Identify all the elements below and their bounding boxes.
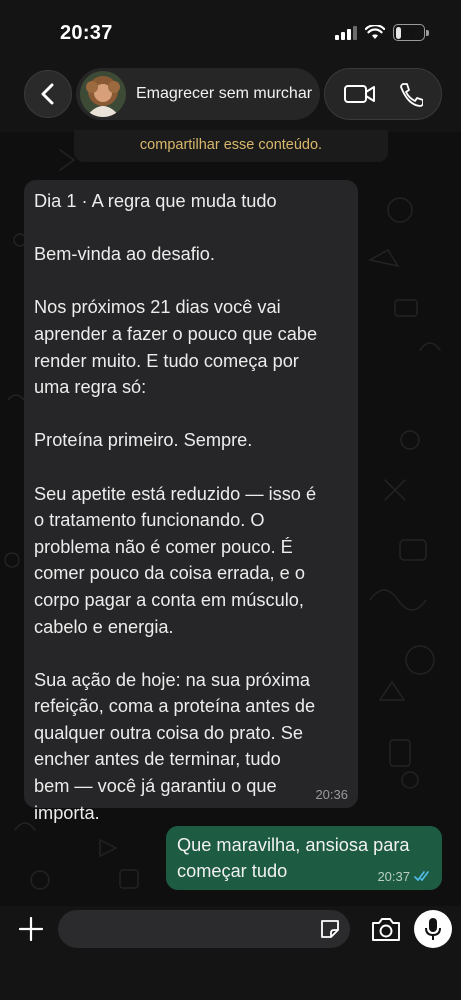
message-line: comer pouco da coisa errada, e o: [34, 563, 305, 584]
message-line: o tratamento funcionando. O: [34, 510, 265, 531]
back-chevron-icon: [41, 83, 54, 105]
message-line: corpo pagar a conta em músculo,: [34, 589, 304, 610]
camera-icon[interactable]: [370, 914, 402, 944]
message-time: 20:37: [377, 869, 410, 884]
message-line: Nos próximos 21 dias você vai: [34, 297, 281, 318]
battery-fill: [395, 26, 401, 39]
message-line: refeição, coma a proteína antes de: [34, 696, 316, 717]
outgoing-message-bubble[interactable]: Que maravilha, ansiosa para começar tudo…: [166, 826, 442, 890]
message-line: aprender a fazer o pouco que cabe: [34, 323, 318, 344]
call-buttons: [324, 68, 442, 120]
status-icons: 27: [335, 24, 429, 41]
message-line: Sua ação de hoje: na sua próxima: [34, 669, 311, 690]
phone-call-icon[interactable]: [397, 81, 423, 107]
wifi-icon: [365, 25, 385, 39]
message-line: cabelo e energia.: [34, 616, 174, 637]
attach-button[interactable]: [14, 912, 48, 946]
back-button[interactable]: [24, 70, 72, 118]
message-meta: 20:37: [377, 869, 432, 884]
message-line: Dia 1 · A regra que muda tudo: [34, 191, 277, 211]
message-line: Proteína primeiro. Sempre.: [34, 430, 253, 451]
video-call-icon[interactable]: [343, 82, 377, 106]
message-input[interactable]: [58, 910, 350, 948]
cellular-signal-icon: [335, 25, 357, 40]
contact-name: Emagrecer sem murchar: [136, 85, 313, 102]
message-input-bar: [0, 906, 461, 1000]
microphone-icon: [425, 918, 441, 940]
message-line: bem — você já garantiu o que: [34, 776, 277, 797]
message-line: Seu apetite está reduzido — isso é: [34, 483, 317, 504]
voice-message-button[interactable]: [414, 910, 452, 948]
chat-screen: 20:37 27 Emagrecer sem murchar compartil…: [0, 0, 461, 1000]
message-line: encher antes de terminar, tudo: [34, 749, 281, 770]
message-time: 20:36: [315, 787, 348, 802]
message-line: qualquer outra coisa do prato. Se: [34, 722, 303, 743]
message-line: render muito. E tudo começa por: [34, 350, 299, 371]
chat-header: Emagrecer sem murchar: [0, 66, 461, 132]
incoming-message-bubble[interactable]: Dia 1 · A regra que muda tudo Bem-vinda a…: [24, 180, 358, 823]
message-line: problema não é comer pouco. É: [34, 536, 293, 557]
contact-info-button[interactable]: Emagrecer sem murchar: [76, 68, 320, 120]
message-line: uma regra só:: [34, 377, 147, 398]
plus-icon: [18, 916, 44, 942]
message-line: Bem-vinda ao desafio.: [34, 244, 215, 265]
status-bar: 20:37 27: [0, 0, 461, 66]
read-ticks-icon: [414, 871, 429, 882]
system-note: compartilhar esse conteúdo.: [74, 130, 388, 162]
battery-icon: 27: [393, 24, 429, 41]
avatar: [80, 71, 126, 117]
status-time: 20:37: [60, 22, 113, 44]
outgoing-message-line: Que maravilha, ansiosa para: [177, 835, 410, 855]
message-line: importa.: [34, 802, 100, 823]
incoming-message-text: Dia 1 · A regra que muda tudo Bem-vinda a…: [34, 188, 348, 826]
battery-level: 27: [402, 25, 416, 40]
sticker-icon[interactable]: [318, 917, 342, 941]
